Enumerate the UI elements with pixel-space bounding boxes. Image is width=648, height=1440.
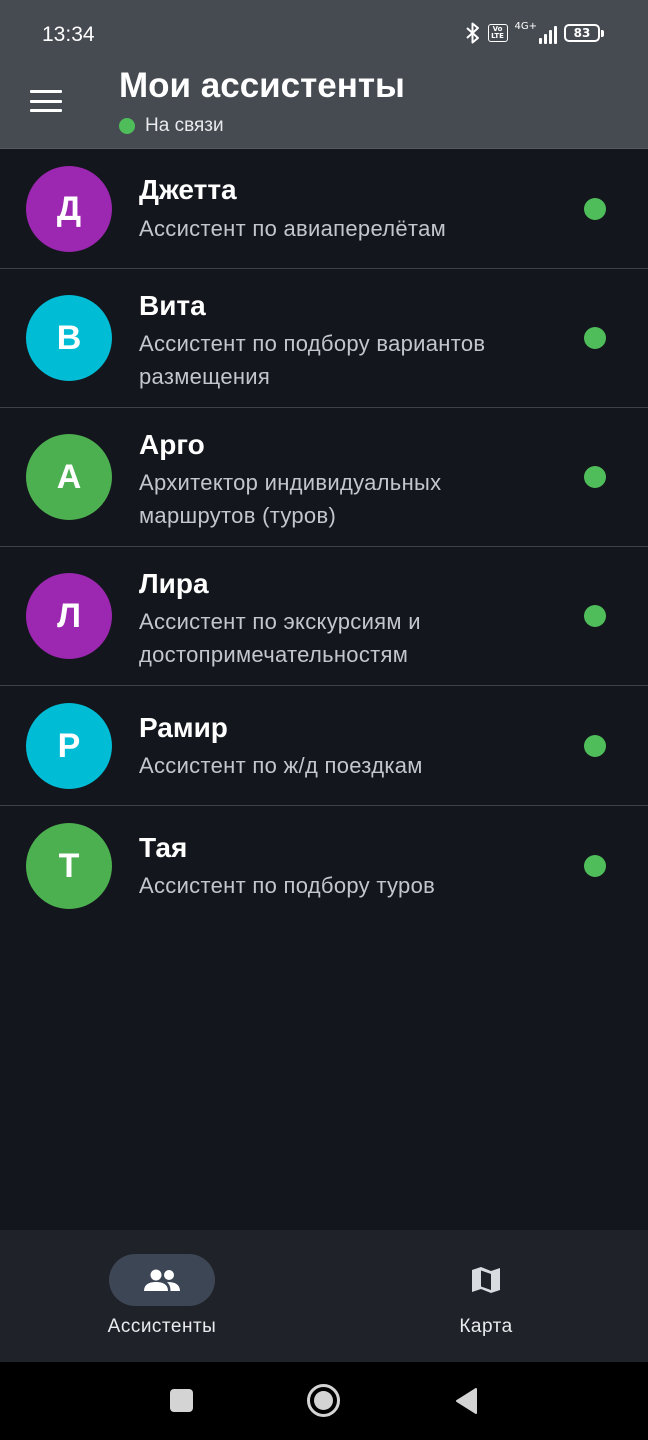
volte-icon: Vo LTE <box>487 24 508 42</box>
status-icons: Vo LTE 4G+ 83 <box>465 21 604 44</box>
assistant-name: Арго <box>139 429 205 460</box>
online-status-dot <box>584 198 606 220</box>
online-status-dot <box>584 855 606 877</box>
assistant-description: Архитектор индивидуальных маршрутов (тур… <box>139 470 442 528</box>
tab-assistants-label: Ассистенты <box>107 1316 217 1337</box>
assistant-avatar: А <box>26 434 112 520</box>
hamburger-menu-icon[interactable] <box>30 88 62 114</box>
tab-map[interactable]: Карта <box>324 1230 648 1362</box>
assistant-description: Ассистент по подбору вариантов размещени… <box>139 331 486 389</box>
assistant-avatar: В <box>26 295 112 381</box>
connection-status: На связи <box>119 115 224 137</box>
top-app-bar: 13:34 Vo LTE 4G+ 83 Мои ассистенты На св… <box>0 0 648 148</box>
connection-status-dot <box>119 118 135 134</box>
battery-level: 83 <box>573 26 591 40</box>
assistant-item-taya[interactable]: Т Тая Ассистент по подбору туров <box>0 806 648 926</box>
assistant-item-vita[interactable]: В Вита Ассистент по подбору вариантов ра… <box>0 269 648 408</box>
online-status-dot <box>584 735 606 757</box>
assistant-description: Ассистент по авиаперелётам <box>139 216 447 241</box>
assistant-avatar: Д <box>26 166 112 252</box>
assistant-description: Ассистент по экскурсиям и достопримечате… <box>139 609 421 667</box>
connection-status-text: На связи <box>145 115 224 136</box>
online-status-dot <box>584 605 606 627</box>
assistant-avatar: Т <box>26 823 112 909</box>
battery-icon: 83 <box>564 24 604 42</box>
assistant-item-argo[interactable]: А Арго Архитектор индивидуальных маршрут… <box>0 408 648 547</box>
assistant-avatar: Р <box>26 703 112 789</box>
system-navigation-bar <box>0 1362 648 1440</box>
online-status-dot <box>584 327 606 349</box>
recents-icon[interactable] <box>170 1389 193 1412</box>
assistant-name: Тая <box>139 832 188 863</box>
page-title: Мои ассистенты <box>119 66 405 105</box>
home-icon[interactable] <box>307 1384 340 1417</box>
bluetooth-icon <box>465 22 481 44</box>
assistant-name: Джетта <box>139 174 237 205</box>
assistant-name: Лира <box>139 568 209 599</box>
assistant-description: Ассистент по ж/д поездкам <box>139 753 423 778</box>
status-time: 13:34 <box>42 23 95 46</box>
online-status-dot <box>584 466 606 488</box>
bottom-navigation: Ассистенты Карта <box>0 1230 648 1362</box>
back-icon[interactable] <box>454 1387 478 1415</box>
assistant-item-dzhetta[interactable]: Д Джетта Ассистент по авиаперелётам <box>0 149 648 269</box>
assistant-item-lira[interactable]: Л Лира Ассистент по экскурсиям и достопр… <box>0 547 648 686</box>
tab-map-label: Карта <box>459 1316 513 1337</box>
people-icon <box>144 1269 180 1291</box>
tab-assistants[interactable]: Ассистенты <box>0 1230 324 1362</box>
map-icon <box>469 1262 503 1298</box>
assistant-description: Ассистент по подбору туров <box>139 873 436 898</box>
signal-icon: 4G+ <box>514 21 557 44</box>
assistant-item-ramir[interactable]: Р Рамир Ассистент по ж/д поездкам <box>0 686 648 806</box>
tab-assistants-indicator <box>109 1254 215 1306</box>
assistant-avatar: Л <box>26 573 112 659</box>
assistant-list: Д Джетта Ассистент по авиаперелётам В Ви… <box>0 148 648 926</box>
network-type: 4G+ <box>514 21 538 32</box>
assistant-name: Вита <box>139 290 206 321</box>
assistant-name: Рамир <box>139 712 228 743</box>
